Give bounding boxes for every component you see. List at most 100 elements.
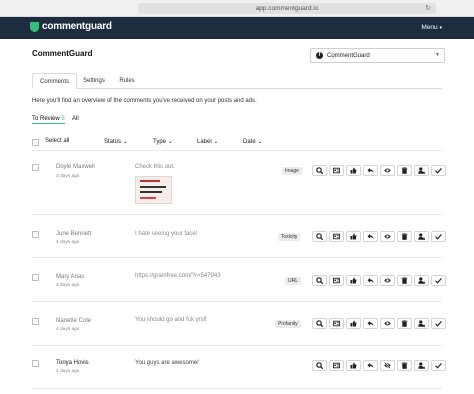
eye-button[interactable]	[380, 275, 395, 286]
check-button[interactable]	[431, 165, 446, 176]
chevron-down-icon: ⌄	[257, 139, 263, 145]
eye-button[interactable]	[380, 165, 395, 176]
row-checkbox[interactable]	[32, 274, 39, 281]
id-card-button[interactable]	[329, 360, 344, 371]
search-button[interactable]	[312, 275, 327, 286]
user-block-button[interactable]	[414, 231, 429, 242]
user-block-button[interactable]	[414, 275, 429, 286]
tab-settings-label: Settings	[83, 78, 105, 84]
reload-icon[interactable]: ↻	[425, 3, 431, 14]
header-divider	[32, 150, 442, 151]
eye-icon	[384, 278, 391, 283]
tab-rules[interactable]: Rules	[111, 73, 143, 89]
trash-button[interactable]	[397, 165, 412, 176]
reply-button[interactable]	[363, 318, 378, 329]
search-button[interactable]	[312, 165, 327, 176]
id-card-button[interactable]	[329, 275, 344, 286]
reply-button[interactable]	[363, 165, 378, 176]
row-checkbox[interactable]	[32, 231, 39, 238]
thumbs-up-icon	[350, 362, 357, 369]
row-actions	[312, 318, 446, 329]
search-button[interactable]	[312, 318, 327, 329]
comment-image-thumbnail[interactable]	[135, 176, 172, 204]
reply-button[interactable]	[363, 231, 378, 242]
type-filter[interactable]: Type ⌄	[153, 138, 173, 145]
thumbs-up-button[interactable]	[346, 360, 361, 371]
status-filter-label: Status	[104, 139, 122, 145]
eye-slash-button[interactable]	[380, 360, 395, 371]
thumbs-up-button[interactable]	[346, 165, 361, 176]
check-button[interactable]	[431, 275, 446, 286]
url-text: app.commentguard.io	[255, 5, 319, 12]
row-checkbox[interactable]	[32, 318, 39, 325]
trash-button[interactable]	[397, 360, 412, 371]
facebook-icon: f	[316, 52, 323, 59]
check-button[interactable]	[431, 318, 446, 329]
row-divider	[32, 301, 442, 302]
eye-icon	[384, 321, 391, 326]
trash-button[interactable]	[397, 318, 412, 329]
check-icon	[435, 321, 442, 327]
subtab-to-review[interactable]: To Review 5	[32, 116, 65, 124]
url-bar[interactable]: app.commentguard.io ↻	[138, 3, 436, 14]
id-card-button[interactable]	[329, 165, 344, 176]
tab-comments-label: Comments	[39, 79, 69, 85]
check-button[interactable]	[431, 360, 446, 371]
user-block-icon	[418, 167, 425, 174]
date-filter[interactable]: Date ⌄	[243, 138, 262, 145]
eye-button[interactable]	[380, 318, 395, 329]
status-filter[interactable]: Status ⌄	[104, 138, 128, 145]
subtab-to-review-label: To Review	[32, 116, 60, 122]
subtab-all[interactable]: All	[72, 116, 79, 122]
tab-bar: Comments Settings Rules	[32, 73, 442, 89]
brand-name: commentguard	[42, 21, 112, 32]
user-block-button[interactable]	[414, 165, 429, 176]
select-all-checkbox[interactable]	[32, 139, 39, 146]
account-select[interactable]: f CommentGuard ▼	[310, 48, 445, 63]
id-card-button[interactable]	[329, 318, 344, 329]
thumbs-up-icon	[350, 320, 357, 327]
menu-label: Menu	[421, 24, 438, 31]
trash-button[interactable]	[397, 231, 412, 242]
id-card-icon	[333, 167, 340, 174]
comment-age: 4 days ago	[56, 327, 80, 332]
chevron-down-icon: ⌄	[213, 139, 219, 145]
check-button[interactable]	[431, 231, 446, 242]
search-icon	[316, 277, 323, 284]
comment-age: 3 days ago	[56, 174, 80, 179]
brand-logo[interactable]: commentguard	[30, 21, 112, 32]
eye-button[interactable]	[380, 231, 395, 242]
comment-text: https://gramfree.com/?r=547943	[135, 273, 221, 279]
user-block-icon	[418, 233, 425, 240]
reply-button[interactable]	[363, 360, 378, 371]
row-checkbox[interactable]	[32, 164, 39, 171]
id-card-icon	[333, 362, 340, 369]
tab-comments[interactable]: Comments	[32, 73, 77, 89]
comment-text: I hate seeing your face!	[135, 231, 198, 237]
comment-text: You should go and fck yrslf	[135, 317, 207, 323]
search-button[interactable]	[312, 360, 327, 371]
trash-icon	[401, 320, 408, 327]
reply-button[interactable]	[363, 275, 378, 286]
search-icon	[316, 233, 323, 240]
trash-button[interactable]	[397, 275, 412, 286]
user-block-button[interactable]	[414, 360, 429, 371]
thumbs-up-icon	[350, 277, 357, 284]
trash-icon	[401, 167, 408, 174]
tab-settings[interactable]: Settings	[77, 73, 111, 89]
thumbs-up-button[interactable]	[346, 275, 361, 286]
thumbs-up-button[interactable]	[346, 318, 361, 329]
row-actions	[312, 165, 446, 176]
row-checkbox[interactable]	[32, 360, 39, 367]
menu-dropdown[interactable]: Menu ▾	[421, 24, 442, 31]
thumbs-up-button[interactable]	[346, 231, 361, 242]
chevron-down-icon: ▼	[435, 52, 440, 58]
reply-icon	[367, 363, 374, 368]
user-block-button[interactable]	[414, 318, 429, 329]
comment-age: 4 days ago	[56, 283, 80, 288]
row-divider	[32, 388, 442, 389]
id-card-button[interactable]	[329, 231, 344, 242]
search-button[interactable]	[312, 231, 327, 242]
label-filter[interactable]: Label ⌄	[197, 138, 218, 145]
comment-author: Nanette Cole	[56, 318, 92, 324]
